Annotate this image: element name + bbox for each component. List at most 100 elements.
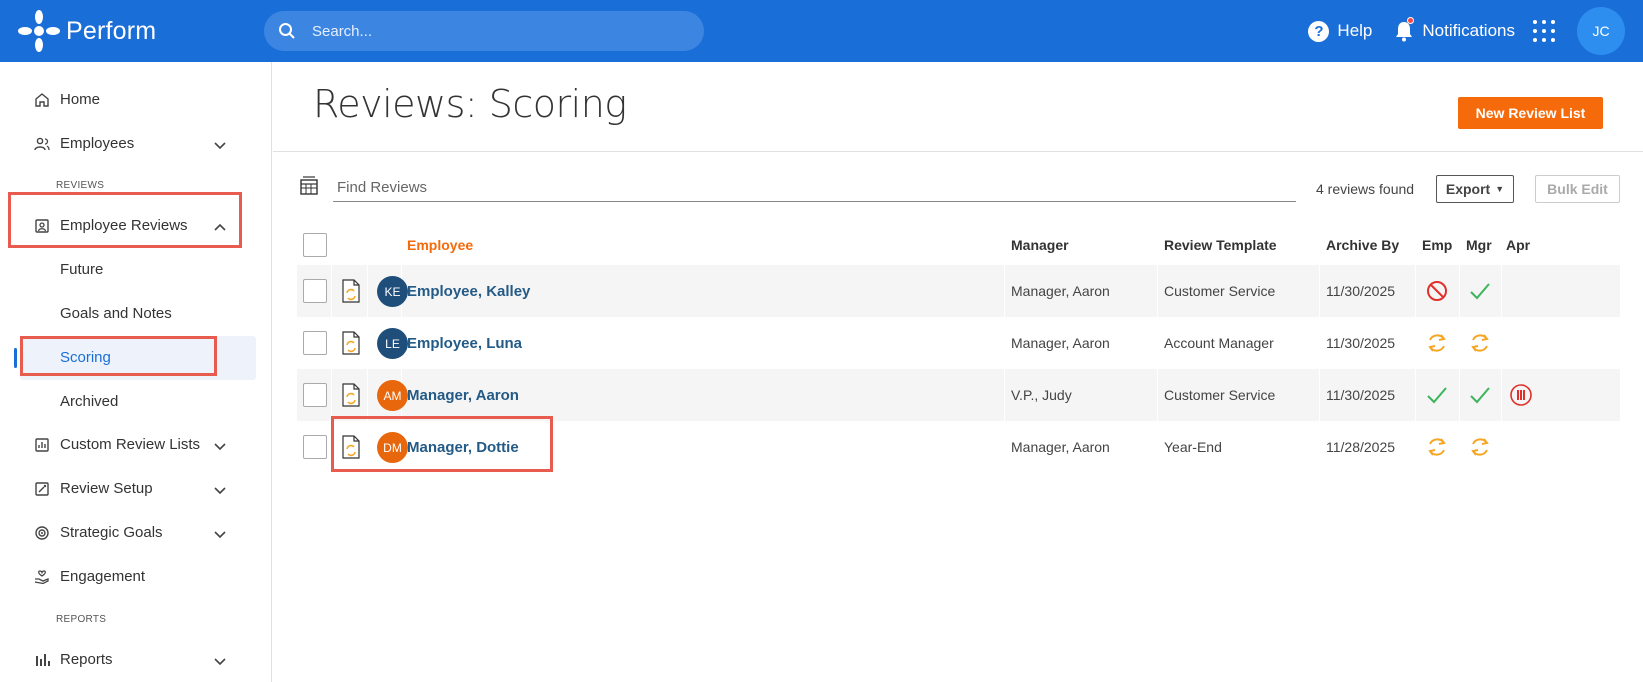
notifications-button[interactable]: Notifications: [1394, 17, 1515, 42]
in-progress-status-icon[interactable]: [1425, 435, 1449, 459]
column-header-apr[interactable]: Apr: [1506, 225, 1530, 265]
column-header-mgr[interactable]: Mgr: [1466, 225, 1492, 265]
in-progress-status-icon[interactable]: [1425, 331, 1449, 355]
table-row[interactable]: AM Manager, Aaron V.P., Judy Customer Servi…: [297, 369, 1620, 421]
template-cell: Account Manager: [1164, 335, 1274, 351]
highlight-box-employee-reviews: [8, 192, 242, 248]
column-separator: [1459, 317, 1460, 369]
column-separator: [1004, 369, 1005, 421]
user-avatar[interactable]: JC: [1577, 7, 1625, 55]
template-cell: Customer Service: [1164, 387, 1276, 403]
complete-status-icon[interactable]: [1468, 383, 1492, 407]
help-icon: ?: [1308, 20, 1330, 42]
manager-cell: Manager, Aaron: [1011, 283, 1110, 299]
column-separator: [1157, 421, 1158, 473]
people-icon: [34, 137, 50, 150]
grid-search-icon[interactable]: [299, 176, 321, 198]
column-header-template[interactable]: Review Template: [1164, 225, 1277, 265]
row-checkbox[interactable]: [303, 435, 327, 459]
chevron-down-icon[interactable]: [212, 482, 228, 498]
column-separator: [331, 369, 332, 421]
sidebar-item-label: Reports: [60, 651, 113, 668]
column-separator: [1459, 421, 1460, 473]
column-header-manager[interactable]: Manager: [1011, 225, 1069, 265]
paused-status-icon[interactable]: [1509, 383, 1533, 407]
manager-cell: V.P., Judy: [1011, 387, 1072, 403]
in-progress-status-icon[interactable]: [1468, 435, 1492, 459]
table-row[interactable]: LE Employee, Luna Manager, Aaron Account Ma…: [297, 317, 1620, 369]
in-progress-status-icon[interactable]: [1468, 331, 1492, 355]
search-icon: [279, 23, 295, 39]
column-separator: [1157, 265, 1158, 317]
sidebar-item-label: Custom Review Lists: [60, 436, 201, 453]
app-name: Perform: [66, 16, 157, 45]
engagement-icon: [34, 569, 49, 584]
employee-link[interactable]: Manager, Aaron: [407, 387, 519, 404]
review-document-icon[interactable]: [341, 331, 361, 355]
chevron-down-icon[interactable]: [212, 653, 228, 669]
complete-status-icon[interactable]: [1468, 279, 1492, 303]
setup-icon: [35, 481, 49, 496]
employee-link[interactable]: Employee, Kalley: [407, 283, 530, 300]
notifications-label: Notifications: [1422, 21, 1515, 40]
new-review-list-button[interactable]: New Review List: [1458, 97, 1603, 129]
column-header-employee[interactable]: Employee: [407, 225, 473, 265]
chevron-down-icon[interactable]: [212, 438, 228, 454]
sidebar-item-employees[interactable]: Employees: [34, 135, 134, 152]
select-all-checkbox[interactable]: [303, 233, 327, 257]
column-separator: [1501, 317, 1502, 369]
complete-status-icon[interactable]: [1425, 383, 1449, 407]
sidebar-item-label: Engagement: [60, 568, 146, 585]
table-row[interactable]: KE Employee, Kalley Manager, Aaron Customer…: [297, 265, 1620, 317]
sidebar-item-engagement[interactable]: Engagement: [34, 568, 145, 585]
template-cell: Customer Service: [1164, 283, 1276, 299]
column-header-emp[interactable]: Emp: [1422, 225, 1452, 265]
employee-link[interactable]: Employee, Luna: [407, 335, 522, 352]
bar-chart-icon: [36, 653, 50, 666]
search-input[interactable]: [312, 22, 672, 40]
find-reviews-input[interactable]: [333, 174, 1296, 202]
top-bar: Perform ? Help Notifications JC: [0, 0, 1643, 62]
sidebar-item-strategic-goals[interactable]: Strategic Goals: [34, 524, 163, 541]
column-separator: [1319, 265, 1320, 317]
header-divider: [273, 151, 1643, 152]
column-separator: [367, 265, 368, 317]
column-separator: [1459, 265, 1460, 317]
chevron-down-icon[interactable]: [212, 526, 228, 542]
review-document-icon[interactable]: [341, 279, 361, 303]
perform-logo-icon: [18, 10, 60, 52]
row-checkbox[interactable]: [303, 279, 327, 303]
sidebar-subitem-archived[interactable]: Archived: [60, 393, 118, 410]
chevron-down-icon[interactable]: [212, 137, 228, 153]
column-separator: [1004, 421, 1005, 473]
perform-logo[interactable]: Perform: [16, 8, 156, 54]
bulk-edit-button[interactable]: Bulk Edit: [1535, 175, 1620, 203]
row-checkbox[interactable]: [303, 383, 327, 407]
sidebar-item-reports[interactable]: Reports: [34, 651, 113, 668]
export-button[interactable]: Export ▼: [1436, 175, 1514, 203]
sidebar: Home Employees REVIEWS Employee Reviews …: [0, 62, 272, 682]
column-separator: [367, 369, 368, 421]
column-header-archive-by[interactable]: Archive By: [1326, 225, 1399, 265]
sidebar-subitem-goals-and-notes[interactable]: Goals and Notes: [60, 305, 172, 322]
sidebar-subitem-future[interactable]: Future: [60, 261, 103, 278]
search-bar[interactable]: [264, 11, 704, 51]
manager-cell: Manager, Aaron: [1011, 439, 1110, 455]
section-label-reports: REPORTS: [56, 614, 107, 625]
column-separator: [1004, 317, 1005, 369]
caret-down-icon: ▼: [1495, 184, 1505, 194]
sidebar-item-review-setup[interactable]: Review Setup: [34, 480, 153, 497]
row-checkbox[interactable]: [303, 331, 327, 355]
section-label-reviews: REVIEWS: [56, 180, 105, 191]
blocked-status-icon[interactable]: [1425, 279, 1449, 303]
highlight-box-manager-dottie: [331, 416, 553, 472]
sidebar-item-custom-review-lists[interactable]: Custom Review Lists: [34, 436, 200, 453]
review-document-icon[interactable]: [341, 383, 361, 407]
archive-by-cell: 11/30/2025: [1326, 283, 1396, 299]
sidebar-item-label: Review Setup: [60, 480, 153, 497]
employee-avatar: LE: [377, 328, 408, 359]
help-button[interactable]: ? Help: [1308, 20, 1372, 42]
sidebar-item-home[interactable]: Home: [34, 91, 100, 108]
export-label: Export: [1445, 181, 1491, 197]
apps-grid-icon[interactable]: [1533, 20, 1555, 42]
